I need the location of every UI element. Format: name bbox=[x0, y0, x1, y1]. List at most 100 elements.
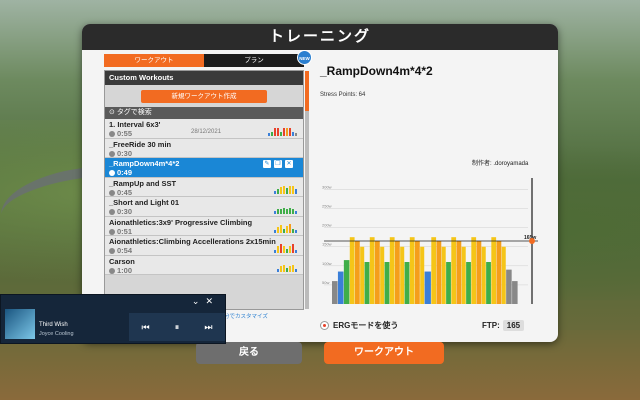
list-item[interactable]: _Short and Light 01 0:30 bbox=[105, 197, 303, 217]
workout-name: Aionathletics:Climbing Accellerations 2x… bbox=[109, 237, 276, 246]
erg-radio-icon[interactable] bbox=[320, 321, 329, 330]
workout-duration-value: 0:45 bbox=[117, 187, 133, 197]
clock-icon bbox=[109, 209, 115, 215]
workout-segment-bar bbox=[337, 271, 344, 304]
chevron-down-icon[interactable]: ⌄ bbox=[192, 296, 206, 306]
workout-segment-bar bbox=[431, 237, 437, 304]
copy-icon[interactable]: ❐ bbox=[274, 160, 282, 168]
workout-segment-bar bbox=[360, 246, 365, 304]
workout-duration-value: 0:30 bbox=[117, 207, 133, 216]
workout-segment-bar bbox=[424, 271, 431, 304]
previous-track-icon[interactable]: ⏮ bbox=[142, 322, 150, 333]
workout-name: _RampUp and SST bbox=[109, 178, 177, 188]
workout-segment-bar bbox=[512, 281, 518, 304]
track-artist: Joyce Cooling bbox=[39, 331, 74, 337]
pause-icon[interactable]: ⏸ bbox=[175, 322, 180, 333]
workout-segment-bar bbox=[354, 241, 360, 304]
album-art bbox=[5, 309, 35, 339]
workout-duration-value: 0:51 bbox=[117, 226, 133, 236]
workout-segment-bar bbox=[394, 241, 400, 304]
list-item-selected[interactable]: _RampDown4m*4*2 0:49 ✎ ❐ ✕ bbox=[105, 158, 303, 178]
workout-date: 28/12/2021 bbox=[191, 129, 222, 135]
delete-icon[interactable]: ✕ bbox=[285, 160, 293, 168]
workout-duration: 0:30 bbox=[109, 149, 132, 158]
y-tick-label: 200w bbox=[322, 223, 332, 228]
workout-segment-bar bbox=[466, 262, 471, 304]
workout-segment-bar bbox=[384, 262, 390, 304]
workout-segment-bar bbox=[456, 241, 462, 304]
player-window-controls: ⌄✕ bbox=[192, 296, 219, 307]
tag-search-label: タグで検索 bbox=[116, 109, 152, 116]
y-tick-label: 300w bbox=[322, 184, 332, 189]
erg-label: ERGモードを使う bbox=[333, 321, 399, 330]
list-item[interactable]: _RampUp and SST 0:45 bbox=[105, 177, 303, 197]
ftp-value[interactable]: 165 bbox=[502, 320, 525, 331]
workout-profile-chart: 300w250w200w150w100w50w165w bbox=[322, 178, 538, 304]
list-header[interactable]: Custom Workouts bbox=[105, 71, 303, 85]
workout-segment-bar bbox=[471, 237, 477, 304]
list-item[interactable]: Carson 1:00 bbox=[105, 255, 303, 275]
start-workout-button[interactable]: ワークアウト bbox=[324, 342, 444, 364]
clock-icon bbox=[109, 150, 115, 157]
workout-segment-bar bbox=[476, 241, 482, 304]
ftp-slider-handle[interactable] bbox=[529, 238, 535, 244]
workout-segment-bar bbox=[332, 281, 338, 304]
workout-author: 制作者: .doroyamada bbox=[472, 161, 529, 167]
custom-workouts-list: Custom Workouts 新規ワークアウト作成 ⊙ タグで検索 1. In… bbox=[104, 70, 309, 310]
workout-segment-bar bbox=[451, 237, 457, 304]
create-workout-button[interactable]: 新規ワークアウト作成 bbox=[141, 90, 267, 103]
list-scrollbar[interactable] bbox=[305, 71, 309, 309]
workout-segment-bar bbox=[369, 237, 375, 304]
workout-mini-profile bbox=[274, 243, 297, 253]
workout-duration: 0:54 bbox=[109, 246, 132, 255]
stress-points: Stress Points: 64 bbox=[320, 92, 366, 98]
workout-duration-value: 0:49 bbox=[117, 168, 133, 177]
back-button[interactable]: 戻る bbox=[196, 342, 302, 364]
list-item[interactable]: Aionathletics:Climbing Accellerations 2x… bbox=[105, 236, 303, 256]
workout-duration-value: 0:55 bbox=[117, 129, 133, 138]
workout-segment-bar bbox=[380, 246, 385, 304]
workout-segment-bar bbox=[436, 241, 442, 304]
close-icon[interactable]: ✕ bbox=[205, 296, 219, 306]
workout-duration-value: 0:54 bbox=[117, 246, 133, 255]
clock-icon bbox=[109, 189, 115, 196]
workout-mini-profile bbox=[274, 204, 297, 214]
workout-segment-bar bbox=[486, 262, 491, 304]
workout-segment-bar bbox=[349, 237, 355, 304]
tag-search-icon: ⊙ bbox=[109, 109, 117, 116]
workout-segment-bar bbox=[481, 246, 486, 304]
workout-segment-bar bbox=[506, 269, 512, 304]
workout-segment-bar bbox=[409, 237, 415, 304]
y-tick-label: 100w bbox=[322, 261, 332, 266]
tab-workouts[interactable]: ワークアウト bbox=[104, 54, 204, 67]
workout-duration: 0:51 bbox=[109, 227, 132, 236]
item-actions: ✎ ❐ ✕ bbox=[263, 160, 293, 168]
tab-plans[interactable]: プラン bbox=[204, 54, 304, 67]
erg-toggle[interactable]: ERGモードを使う bbox=[320, 320, 398, 331]
clock-icon bbox=[109, 248, 115, 254]
tag-search[interactable]: ⊙ タグで検索 bbox=[105, 107, 303, 119]
workout-name: 1. Interval 6x3' bbox=[109, 120, 161, 129]
workout-items: 1. Interval 6x3' 0:55 28/12/2021 _FreeRi… bbox=[105, 119, 303, 275]
workout-list-panel: ワークアウト プラン NEW Custom Workouts 新規ワークアウト作… bbox=[104, 50, 312, 320]
workout-mini-profile bbox=[268, 126, 297, 136]
dialog-title: トレーニング bbox=[82, 24, 558, 50]
edit-icon[interactable]: ✎ bbox=[263, 160, 271, 168]
list-item[interactable]: Aionathletics:3x9' Progressive Climbing … bbox=[105, 216, 303, 236]
list-item[interactable]: _FreeRide 30 min 0:30 bbox=[105, 138, 303, 158]
workout-segment-bar bbox=[414, 241, 420, 304]
workout-duration: 0:55 bbox=[109, 129, 132, 138]
music-player: ⌄✕ Third Wish Joyce Cooling ⏮ ⏸ ⏭ bbox=[0, 294, 226, 344]
workout-duration: 1:00 bbox=[109, 266, 132, 275]
scrollbar-thumb[interactable] bbox=[305, 71, 309, 111]
next-track-icon[interactable]: ⏭ bbox=[204, 322, 212, 333]
workout-segment-bar bbox=[461, 246, 466, 304]
workout-name: _Short and Light 01 bbox=[109, 198, 180, 207]
workout-segment-bar bbox=[501, 246, 506, 304]
list-item[interactable]: 1. Interval 6x3' 0:55 28/12/2021 bbox=[105, 119, 303, 139]
y-tick-label: 250w bbox=[322, 204, 332, 209]
workout-name: Carson bbox=[109, 256, 135, 266]
new-badge: NEW bbox=[297, 50, 312, 65]
workout-segment-bar bbox=[446, 262, 451, 304]
workout-segment-bar bbox=[374, 241, 380, 304]
